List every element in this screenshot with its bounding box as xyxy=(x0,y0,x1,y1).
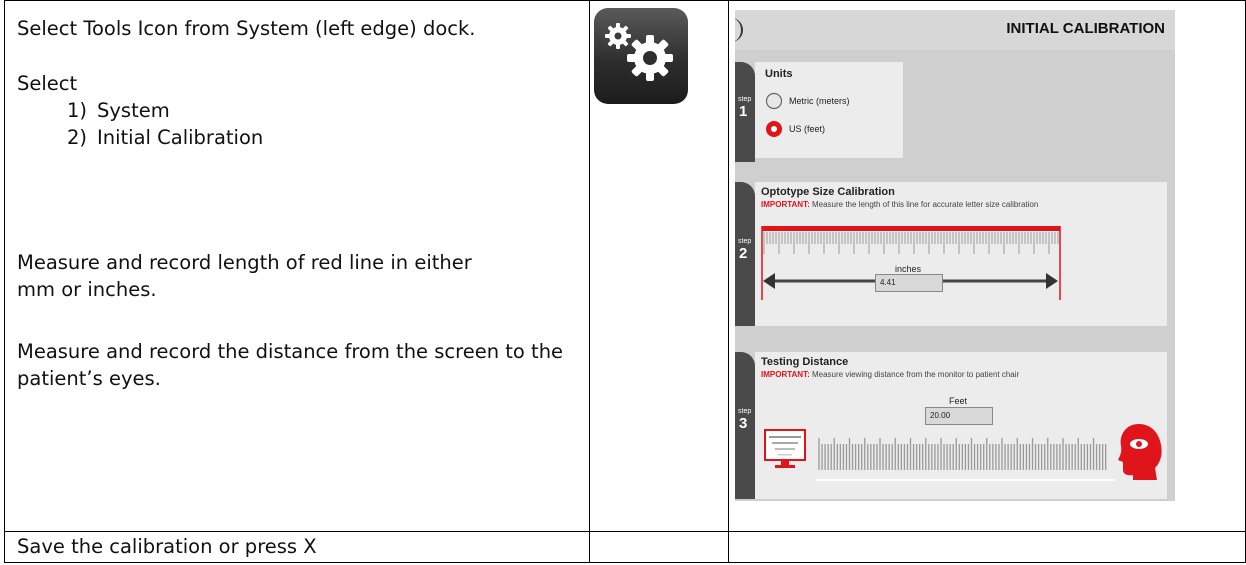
save-cell: Save the calibration or press X xyxy=(4,531,590,563)
tools-icon xyxy=(594,8,688,104)
distance-title: Testing Distance xyxy=(761,356,849,368)
select-label: Select xyxy=(17,72,78,95)
inches-field[interactable]: 4.41 xyxy=(875,274,943,292)
radio-metric[interactable] xyxy=(765,92,783,110)
screenshot-header: INITIAL CALIBRATION xyxy=(735,10,1175,50)
list-item: 1) System xyxy=(67,99,170,122)
step-save: Save the calibration or press X xyxy=(17,535,317,558)
feet-field[interactable]: 20.00 xyxy=(925,407,993,425)
calibration-ruler xyxy=(761,226,1061,300)
distance-important: IMPORTANT: Measure viewing distance from… xyxy=(761,370,1020,379)
step-tab-2: step 2 xyxy=(735,182,755,326)
step-select-tools: Select Tools Icon from System (left edge… xyxy=(17,17,476,40)
empty-cell xyxy=(728,531,1246,563)
patient-head-eye-icon xyxy=(1118,424,1162,480)
radio-metric-label: Metric (meters) xyxy=(789,96,850,106)
step-tab-3: step 3 xyxy=(735,352,755,499)
distance-ruler xyxy=(815,438,1115,481)
empty-cell xyxy=(588,531,730,563)
optotype-title: Optotype Size Calibration xyxy=(761,186,895,198)
eye-chart-monitor-icon xyxy=(764,429,806,468)
distance-panel: Testing Distance IMPORTANT: Measure view… xyxy=(755,352,1167,499)
instruction-document: Select Tools Icon from System (left edge… xyxy=(0,0,1246,565)
inches-label: inches xyxy=(894,264,921,274)
gears-icon xyxy=(605,23,673,81)
instruction-cell: Select Tools Icon from System (left edge… xyxy=(4,0,590,532)
optotype-important: IMPORTANT: Measure the length of this li… xyxy=(761,200,1039,209)
step-measure-line: Measure and record length of red line in… xyxy=(17,251,472,301)
feet-label: Feet xyxy=(948,396,967,406)
units-panel: Units Metric (meters) US (feet) xyxy=(755,62,903,158)
calibration-screenshot: INITIAL CALIBRATION step 1 Units Metric (… xyxy=(735,10,1175,501)
step-tab-1: step 1 xyxy=(735,62,755,162)
radio-us-label: US (feet) xyxy=(789,124,826,134)
optotype-panel: Optotype Size Calibration IMPORTANT: Mea… xyxy=(755,182,1167,326)
radio-us[interactable] xyxy=(765,120,783,138)
units-title: Units xyxy=(765,68,793,80)
list-item: 2) Initial Calibration xyxy=(67,126,264,149)
step-measure-distance: Measure and record the distance from the… xyxy=(17,340,564,390)
select-list: 1) System 2) Initial Calibration xyxy=(17,97,577,151)
screenshot-title: INITIAL CALIBRATION xyxy=(1006,20,1165,37)
